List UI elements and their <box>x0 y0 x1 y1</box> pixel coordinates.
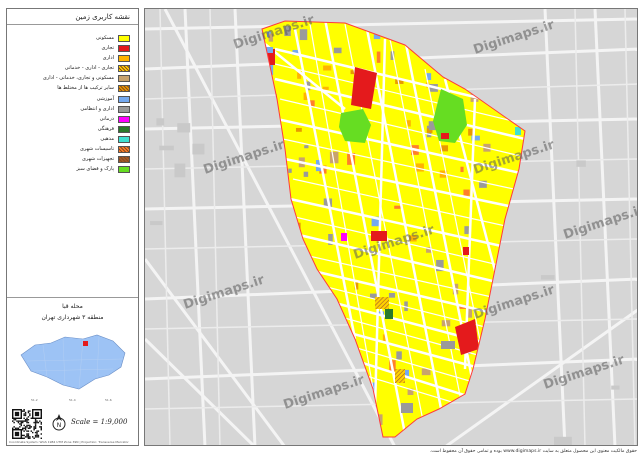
legend-title: نقشه کاربری زمین <box>7 9 138 25</box>
legend-label: تجاری - اداری - خدماتی <box>64 65 114 72</box>
legend-swatch <box>118 75 130 83</box>
qr-code <box>12 409 42 439</box>
legend-divider <box>7 297 138 298</box>
legend-item: تجهیزات شهری <box>7 155 138 165</box>
legend-label: مسکونی و تجاری، خدماتی - اداری <box>42 75 114 82</box>
legend-item: درمانی <box>7 115 138 125</box>
copyright-note: حقوق مالکیت معنوی این محصول متعلق به سای… <box>429 449 637 454</box>
legend-swatch <box>118 135 130 143</box>
legend-item: پارک و فضای سبز <box>7 165 138 175</box>
map-frame[interactable]: Digimaps.ir Digimaps.ir Digimaps.ir Digimap… <box>144 8 638 446</box>
legend-swatch <box>118 85 130 93</box>
legend-item: آموزشی <box>7 95 138 105</box>
cultural-block <box>385 309 393 319</box>
healthcare-block <box>341 233 347 241</box>
legend-item: تجاری <box>7 44 138 54</box>
legend-label: فرهنگی <box>97 125 114 132</box>
legend-swatch <box>118 95 130 103</box>
legend-list: مسکونی تجاری اداری تجاری - اداری - خدماتی مس… <box>7 34 138 175</box>
svg-text:N: N <box>57 422 62 429</box>
legend-label: تاسیسات شهری <box>79 146 114 153</box>
watermark-text: Digimaps.ir <box>202 137 287 177</box>
watermark-text: Digimaps.ir <box>562 202 638 242</box>
religious-block <box>515 127 521 135</box>
legend-label: سایر ترکیب ها از مختلط ها <box>57 85 114 92</box>
inset-locator-map: 51.2 51.4 51.6 <box>13 327 133 403</box>
legend-item: تاسیسات شهری <box>7 145 138 155</box>
legend-swatch <box>118 55 130 63</box>
legend-swatch <box>118 65 130 73</box>
legend-swatch <box>118 35 130 42</box>
legend-label: آموزشی <box>96 95 114 102</box>
scale-text: Scale = 1:9,000 <box>71 418 128 426</box>
legend-item: اداری <box>7 54 138 64</box>
area-region: منطقه ۳ شهرداری تهران <box>41 314 104 321</box>
coordinate-system-note: Coordinate System: WGS 1984 UTM Zone 39N… <box>9 440 129 444</box>
legend-swatch <box>118 156 130 164</box>
legend-label: درمانی <box>99 115 114 122</box>
legend-label: تجاری <box>101 45 114 52</box>
legend-panel: نقشه کاربری زمین مسکونی تجاری اداری تجاری -… <box>6 8 139 446</box>
legend-item: تجاری - اداری - خدماتی <box>7 64 138 74</box>
legend-label: تجهیزات شهری <box>81 156 114 163</box>
legend-label: اداری <box>102 55 114 62</box>
watermark-text: Digimaps.ir <box>182 272 267 312</box>
legend-item: فرهنگی <box>7 125 138 135</box>
mixed-use-block <box>395 369 405 383</box>
north-arrow-icon: N <box>52 414 66 431</box>
watermark-text: Digimaps.ir <box>282 372 367 412</box>
legend-swatch <box>118 105 130 113</box>
study-area <box>262 21 525 437</box>
legend-item: مسکونی <box>7 34 138 44</box>
legend-label: مسکونی <box>95 35 114 41</box>
svg-text:51.6: 51.6 <box>105 398 112 402</box>
legend-label: پارک و فضای سبز <box>76 166 114 173</box>
commercial-block <box>441 133 449 139</box>
mixed-use-block <box>375 297 389 309</box>
legend-label: اداری و انتظامی <box>80 105 114 112</box>
commercial-block <box>463 247 469 255</box>
legend-item: اداری و انتظامی <box>7 105 138 115</box>
legend-swatch <box>118 125 130 133</box>
svg-text:51.2: 51.2 <box>31 398 38 402</box>
administrative-block <box>441 341 455 349</box>
legend-swatch <box>118 115 130 123</box>
legend-label: مذهبی <box>100 135 114 142</box>
map-canvas[interactable]: Digimaps.ir Digimaps.ir Digimaps.ir Digimap… <box>145 9 638 446</box>
legend-swatch <box>118 166 130 174</box>
area-name: محله قبا <box>62 303 83 310</box>
svg-text:51.4: 51.4 <box>69 398 76 402</box>
legend-swatch <box>118 45 130 53</box>
inset-area-marker <box>83 341 88 346</box>
legend-item: مذهبی <box>7 135 138 145</box>
legend-swatch <box>118 146 130 154</box>
legend-item: سایر ترکیب ها از مختلط ها <box>7 84 138 94</box>
legend-item: مسکونی و تجاری، خدماتی - اداری <box>7 74 138 84</box>
administrative-block <box>401 403 413 413</box>
